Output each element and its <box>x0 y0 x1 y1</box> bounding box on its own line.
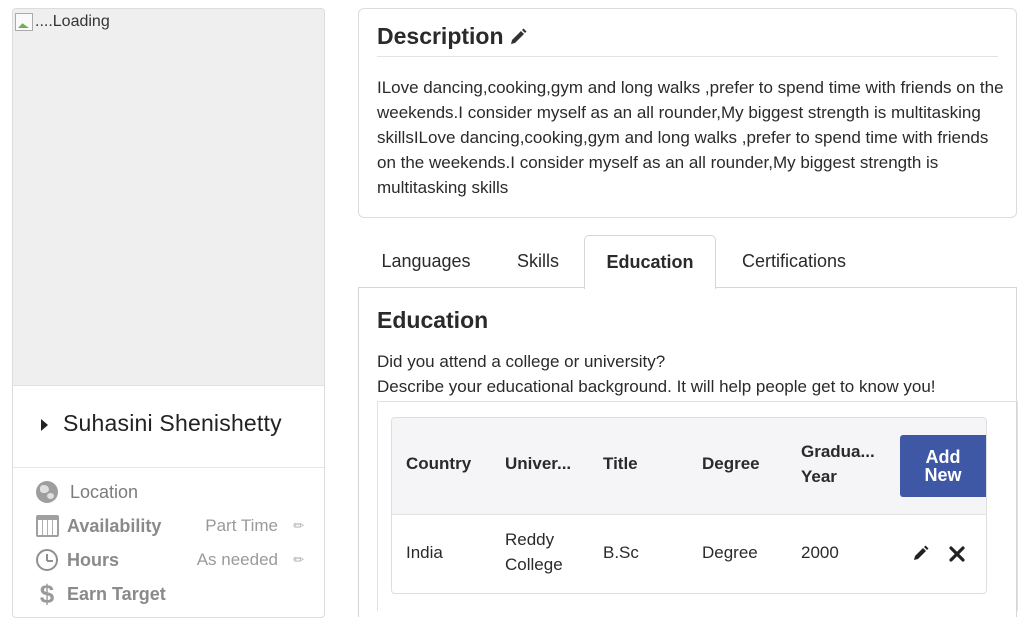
location-label: Location <box>70 481 139 502</box>
edit-row-icon[interactable] <box>912 544 930 562</box>
tab-certifications[interactable]: Certifications <box>728 235 860 288</box>
description-divider <box>377 56 998 57</box>
cell-year: 2000 <box>801 543 839 562</box>
description-heading: Description <box>377 23 528 50</box>
edit-hours-icon[interactable]: ✏ <box>293 552 304 568</box>
dollar-icon: $ <box>39 579 55 609</box>
caret-right-icon[interactable] <box>41 419 48 431</box>
profile-name[interactable]: Suhasini Shenishetty <box>63 410 282 437</box>
education-table: Country Univer... Title Degree Gradua...… <box>391 417 987 594</box>
tab-skills[interactable]: Skills <box>498 235 578 288</box>
info-row-location: Location <box>13 475 324 509</box>
calendar-icon <box>35 514 59 538</box>
profile-photo: ....Loading <box>13 9 324 386</box>
profile-tabs: Languages Skills Education Certification… <box>358 235 1017 289</box>
column-year: Year <box>801 467 837 486</box>
info-row-earn-target: $ Earn Target <box>13 577 324 611</box>
education-hint: Describe your educational background. It… <box>377 377 936 396</box>
info-row-hours: Hours As needed ✏ <box>13 543 324 577</box>
column-country: Country <box>406 454 472 473</box>
description-title: Description <box>377 23 504 49</box>
profile-sidebar: ....Loading Suhasini Shenishetty Locatio… <box>12 8 325 618</box>
earn-target-label: Earn Target <box>67 583 166 604</box>
cell-university-line2: College <box>505 555 563 574</box>
education-title: Education <box>377 307 489 333</box>
hours-value: As needed <box>196 550 278 569</box>
tab-languages[interactable]: Languages <box>368 235 484 288</box>
table-header: Country Univer... Title Degree Gradua...… <box>392 418 986 515</box>
tab-education[interactable]: Education <box>584 235 716 289</box>
description-text: ILove dancing,cooking,gym and long walks… <box>377 78 1004 197</box>
info-row-availability: Availability Part Time ✏ <box>13 509 324 543</box>
cell-degree: Degree <box>702 543 758 562</box>
cell-university-line1: Reddy <box>505 530 555 549</box>
column-graduation: Gradua... <box>801 442 875 461</box>
globe-icon <box>35 480 59 504</box>
education-panel: Education Did you attend a college or un… <box>358 287 1018 617</box>
availability-label: Availability <box>67 515 162 536</box>
column-degree: Degree <box>702 454 760 473</box>
photo-loading-label: ....Loading <box>35 13 110 30</box>
education-table-wrapper: Country Univer... Title Degree Gradua...… <box>377 401 1018 611</box>
edit-availability-icon[interactable]: ✏ <box>293 518 304 534</box>
column-university: Univer... <box>505 454 572 473</box>
availability-value: Part Time <box>205 516 278 535</box>
edit-description-icon[interactable] <box>508 27 528 47</box>
photo-alt-text: ....Loading <box>15 13 110 31</box>
cell-title: B.Sc <box>603 543 639 562</box>
education-question: Did you attend a college or university? <box>377 352 666 371</box>
add-new-button[interactable]: Add New <box>900 435 986 497</box>
broken-image-icon <box>15 13 33 31</box>
cell-country: India <box>406 543 443 562</box>
hours-label: Hours <box>67 549 120 570</box>
profile-name-row[interactable]: Suhasini Shenishetty <box>13 386 324 468</box>
delete-row-icon[interactable] <box>948 545 966 563</box>
clock-icon <box>35 548 59 572</box>
column-title: Title <box>603 454 638 473</box>
profile-info-list: Location Availability Part Time ✏ Hours … <box>13 475 324 611</box>
description-card: Description ILove dancing,cooking,gym an… <box>358 8 1017 218</box>
